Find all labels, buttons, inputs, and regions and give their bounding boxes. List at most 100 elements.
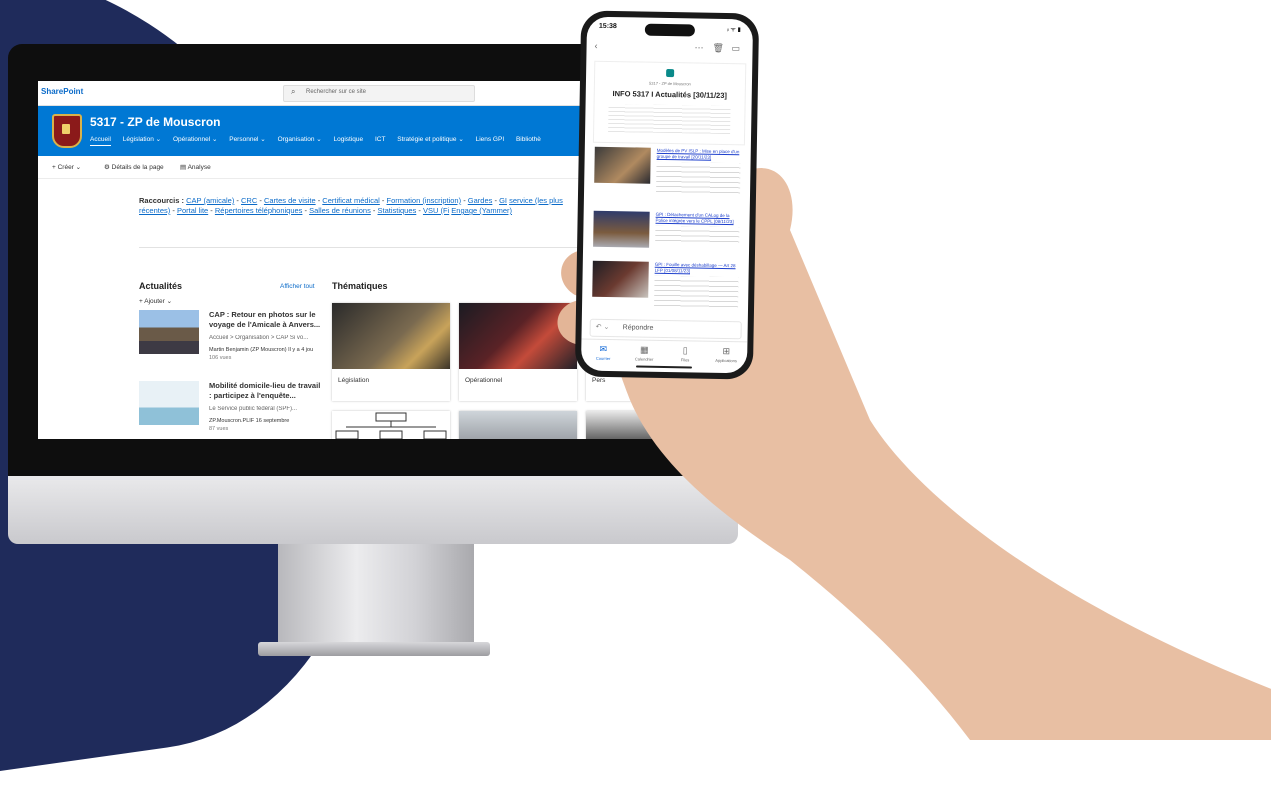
monitor-stand-neck — [278, 544, 474, 648]
org-logo-icon — [666, 68, 675, 78]
theme-image — [332, 411, 450, 439]
search-icon: ⌕ — [291, 87, 296, 96]
app-tab-bar: ✉ Courrier ▦ Calendrier ▯ Files ⊞ Applic… — [580, 338, 748, 374]
tab-label: Applications — [715, 357, 737, 364]
mail-toolbar: ‹ ⋯ 🗑 ▭ — [586, 39, 752, 58]
site-navigation: Accueil Législation ⌄ Opérationnel ⌄ Per… — [90, 135, 551, 146]
reply-field[interactable]: ↶ ⌄ Répondre — [589, 318, 742, 340]
news-see-all-link[interactable]: Afficher tout — [280, 283, 315, 290]
themes-title: Thématiques — [332, 281, 388, 291]
shortcut-link[interactable]: GI — [499, 196, 507, 205]
mail-title: INFO 5317 I Actualités [30/11/23] — [612, 89, 728, 101]
status-time: 15:38 — [598, 22, 617, 31]
theme-tile-organigram[interactable] — [332, 411, 450, 439]
apps-grid-icon: ⊞ — [722, 345, 731, 357]
news-item-title[interactable]: CAP : Retour en photos sur le voyage de … — [209, 310, 324, 330]
shortcuts-label: Raccourcis : — [139, 196, 185, 205]
police-crest-logo — [52, 114, 82, 148]
nav-item-ict[interactable]: ICT — [375, 136, 385, 143]
more-icon[interactable]: ⋯ — [694, 42, 703, 53]
mail-news-item[interactable]: GPI : Détachement d'un CALog de la Polic… — [591, 210, 742, 264]
news-item[interactable]: Mobilité domicile-lieu de travail : part… — [139, 381, 324, 439]
smartphone: 15:38 ᵢₗ ᯤ ▮ ‹ ⋯ 🗑 ▭ 5317 - ZP de Mouscr… — [574, 10, 760, 380]
news-item-views: 87 vues — [209, 426, 229, 432]
theme-label: Législation — [338, 377, 370, 384]
mail-news-link[interactable]: GPI : Fouille avec déshabillage — Art 28… — [655, 262, 739, 275]
nav-item-operationnel[interactable]: Opérationnel ⌄ — [173, 136, 217, 143]
dynamic-island — [644, 23, 695, 37]
tab-label: Courrier — [595, 355, 611, 362]
theme-image — [332, 303, 450, 369]
reply-label[interactable]: Répondre — [623, 324, 654, 332]
shortcut-link[interactable]: Certificat médical — [322, 196, 380, 205]
tab-applications[interactable]: ⊞ Applications — [706, 346, 746, 364]
archive-icon[interactable]: ▭ — [731, 43, 740, 54]
nav-item-liens-gpi[interactable]: Liens GPI — [476, 136, 505, 143]
nav-item-personnel[interactable]: Personnel ⌄ — [229, 136, 266, 143]
org-chart-icon — [335, 412, 447, 439]
nav-item-bibliotheque[interactable]: Bibliothè — [516, 136, 541, 143]
shortcut-link[interactable]: Répertoires téléphoniques — [215, 206, 303, 215]
tab-mail[interactable]: ✉ Courrier — [583, 344, 623, 362]
shortcut-link[interactable]: VSU (Fi — [423, 206, 449, 215]
news-item-title[interactable]: Mobilité domicile-lieu de travail : part… — [209, 381, 324, 401]
nav-item-accueil[interactable]: Accueil — [90, 136, 111, 146]
shortcut-link[interactable]: Engage (Yammer) — [451, 206, 512, 215]
mail-intro-text — [608, 103, 731, 135]
sharepoint-brand[interactable]: SharePoint — [41, 87, 83, 96]
tab-label: Files — [680, 357, 690, 363]
create-button[interactable]: + Créer ⌄ — [52, 163, 81, 171]
site-title[interactable]: 5317 - ZP de Mouscron — [90, 115, 220, 129]
shortcut-link[interactable]: CRC — [241, 196, 257, 205]
trash-icon[interactable]: 🗑 — [712, 43, 724, 54]
news-add-button[interactable]: + Ajouter ⌄ — [139, 297, 172, 305]
site-search-input[interactable]: ⌕ Rechercher sur ce site — [283, 85, 475, 102]
mail-news-link[interactable]: GPI : Détachement d'un CALog de la Polic… — [655, 212, 739, 225]
theme-tile-legislation[interactable]: Législation — [332, 303, 450, 401]
outlook-mail-screen: 15:38 ᵢₗ ᯤ ▮ ‹ ⋯ 🗑 ▭ 5317 - ZP de Mouscr… — [580, 16, 754, 374]
news-item-author: Martin Benjamin (ZP Mouscron) Il y a 4 j… — [209, 347, 314, 353]
signal-battery-icon: ᵢₗ ᯤ ▮ — [726, 27, 741, 34]
mail-news-excerpt — [655, 225, 740, 246]
analysis-button[interactable]: ▤ Analyse — [180, 163, 211, 171]
page-details-button[interactable]: ⚙ Détails de la page — [104, 163, 164, 171]
mail-header-card: 5317 - ZP de Mouscron INFO 5317 I Actual… — [592, 60, 747, 146]
mail-news-thumbnail — [594, 146, 651, 184]
tab-calendar[interactable]: ▦ Calendrier — [624, 344, 664, 362]
nav-item-logistique[interactable]: Logistique — [334, 136, 364, 143]
mail-icon: ✉ — [599, 343, 608, 354]
shortcut-link[interactable]: Cartes de visite — [264, 196, 316, 205]
shortcuts-block: Raccourcis : CAP (amicale) - CRC - Carte… — [139, 196, 563, 215]
news-item[interactable]: CAP : Retour en photos sur le voyage de … — [139, 310, 324, 374]
tab-files[interactable]: ▯ Files — [665, 345, 705, 363]
news-item-breadcrumb: Le Service public fédéral (SPF)... — [209, 406, 298, 412]
shortcut-link[interactable]: CAP (amicale) — [186, 196, 234, 205]
news-title: Actualités — [139, 281, 183, 291]
tab-label: Calendrier — [634, 356, 654, 362]
news-item-breadcrumb: Accueil > Organisation > CAP Si vo... — [209, 335, 309, 341]
mail-news-link[interactable]: Modèles de PV ISLP : Mise en place d'un … — [657, 148, 741, 161]
reply-arrow-icon[interactable]: ↶ ⌄ — [596, 323, 610, 331]
shortcut-link[interactable]: Salles de réunions — [309, 206, 371, 215]
nav-item-organisation[interactable]: Organisation ⌄ — [278, 136, 322, 143]
shortcut-link[interactable]: Gardes — [468, 196, 493, 205]
theme-label: Opérationnel — [465, 377, 503, 384]
mail-sender-line: 5317 - ZP de Mouscron — [649, 80, 691, 87]
news-thumbnail — [139, 310, 199, 354]
news-item-author: ZP.Mouscron.PLIF 16 septembre — [209, 418, 290, 424]
news-item-views: 106 vues — [209, 355, 232, 361]
nav-item-legislation[interactable]: Législation ⌄ — [123, 136, 161, 143]
news-thumbnail — [139, 381, 199, 425]
files-icon: ▯ — [682, 345, 688, 356]
mail-news-item[interactable]: GPI : Fouille avec déshabillage — Art 28… — [590, 260, 741, 314]
mail-news-item[interactable]: Modèles de PV ISLP : Mise en place d'un … — [592, 146, 743, 200]
mail-news-thumbnail — [593, 210, 650, 248]
nav-item-strategie[interactable]: Stratégie et politique ⌄ — [397, 136, 464, 143]
mail-news-excerpt — [656, 161, 741, 196]
shortcut-link[interactable]: Statistiques — [378, 206, 417, 215]
mail-news-excerpt — [654, 275, 739, 310]
back-icon[interactable]: ‹ — [595, 41, 598, 51]
shortcut-link[interactable]: Formation (inscription) — [387, 196, 462, 205]
shortcut-link[interactable]: Portal lite — [177, 206, 208, 215]
monitor-stand-foot — [258, 642, 490, 656]
